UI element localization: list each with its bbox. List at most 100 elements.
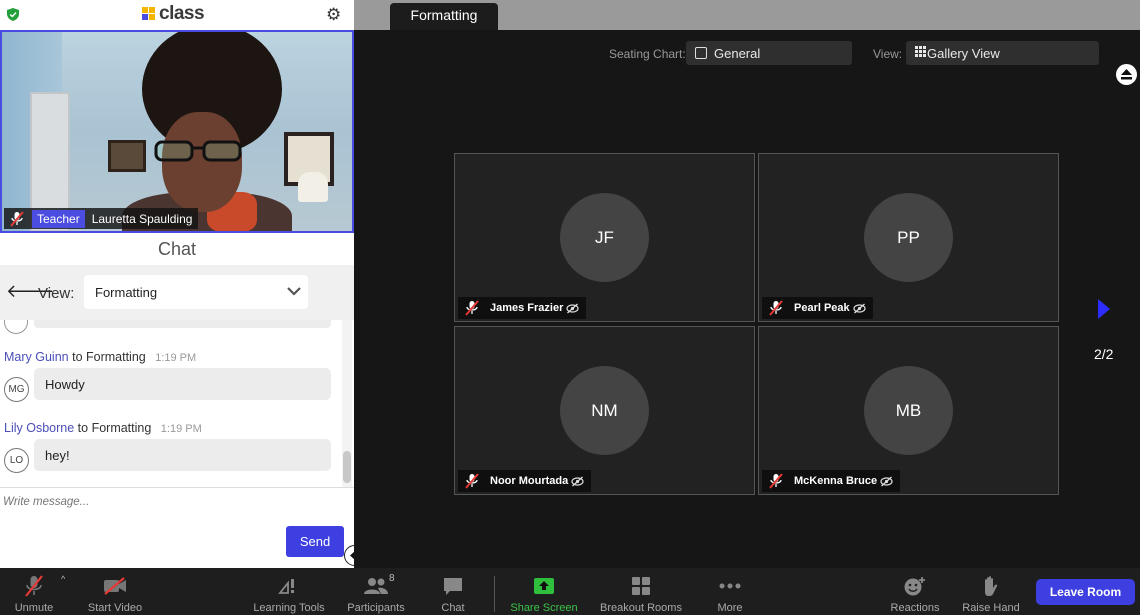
participant-name: Noor Mourtada <box>490 475 569 487</box>
learning-tools-icon <box>278 574 300 598</box>
reactions-button[interactable]: Reactions <box>886 568 944 615</box>
view-mode-value: Gallery View <box>927 46 1000 61</box>
raise-hand-icon <box>981 574 1001 598</box>
raise-hand-button[interactable]: Raise Hand <box>960 568 1022 615</box>
chat-button[interactable]: Chat <box>432 568 474 615</box>
reactions-label: Reactions <box>890 602 940 614</box>
self-video-tile: Teacher Lauretta Spaulding <box>0 30 354 233</box>
more-button[interactable]: More <box>710 568 750 615</box>
learning-tools-button[interactable]: Learning Tools <box>250 568 328 615</box>
grid-icon <box>915 46 926 57</box>
message-input[interactable] <box>3 496 333 508</box>
chat-compose: Send <box>0 487 354 568</box>
participants-icon <box>364 574 388 598</box>
message-bubble: hey! <box>34 439 331 471</box>
mic-off-icon <box>8 210 26 228</box>
left-panel: class ⚙ Teacher Lauretta Spaulding Chat … <box>0 0 354 568</box>
breakout-rooms-label: Breakout Rooms <box>600 602 682 614</box>
eject-icon[interactable] <box>1116 64 1137 85</box>
chat-view-select[interactable]: Formatting <box>84 275 308 309</box>
message-header: Mary Guinn to Formatting 1:19 PM <box>4 350 196 364</box>
participants-button[interactable]: Participants <box>344 568 408 615</box>
participant-avatar: JF <box>560 193 649 282</box>
eye-off-icon <box>853 303 866 313</box>
more-label: More <box>717 602 743 614</box>
mic-off-icon <box>24 574 44 598</box>
send-button[interactable]: Send <box>286 526 344 557</box>
participants-label: Participants <box>347 602 405 614</box>
share-screen-button[interactable]: Share Screen <box>508 568 580 615</box>
participant-avatar: PP <box>864 193 953 282</box>
message-bubble: Howdy <box>34 368 331 400</box>
share-screen-icon <box>533 574 555 598</box>
share-screen-label: Share Screen <box>510 602 578 614</box>
tab-formatting[interactable]: Formatting <box>390 3 498 30</box>
participant-tile[interactable]: NM Noor Mourtada <box>454 326 755 495</box>
chat-title: Chat <box>0 233 354 265</box>
breakout-rooms-button[interactable]: Breakout Rooms <box>596 568 686 615</box>
message-header: Lily Osborne to Formatting 1:19 PM <box>4 421 202 435</box>
message-sender[interactable]: Lily Osborne <box>4 421 74 435</box>
bottom-toolbar: Unmute ^ Start Video Learning Tools Part… <box>0 568 1140 615</box>
message-sender[interactable]: Mary Guinn <box>4 350 69 364</box>
message-time: 1:19 PM <box>160 423 202 435</box>
message-recipient: to Formatting <box>77 421 152 435</box>
chat-icon <box>443 574 463 598</box>
participant-name-bar: James Frazier <box>458 297 587 319</box>
gear-icon[interactable]: ⚙ <box>326 5 341 25</box>
eye-off-icon <box>566 303 579 313</box>
top-bar: class ⚙ <box>0 0 354 30</box>
raise-hand-label: Raise Hand <box>962 602 1020 614</box>
participants-count-badge: 8 <box>389 573 395 584</box>
chat-scroll-thumb[interactable] <box>343 451 351 483</box>
audio-options-caret[interactable]: ^ <box>61 574 65 584</box>
mic-off-icon <box>769 472 787 490</box>
reactions-icon <box>904 574 926 598</box>
participant-name: James Frazier <box>490 302 564 314</box>
participant-tile[interactable]: JF James Frazier <box>454 153 755 322</box>
chat-messages[interactable]: Mary Guinn to Formatting 1:19 PM MG Howd… <box>0 320 354 487</box>
participant-avatar: MB <box>864 366 953 455</box>
unmute-button[interactable]: Unmute <box>8 568 60 615</box>
chat-view-label: View: <box>38 285 75 302</box>
page-indicator: 2/2 <box>1094 346 1114 362</box>
logo-text: class <box>159 3 205 24</box>
video-off-icon <box>103 574 127 598</box>
participant-tile[interactable]: PP Pearl Peak <box>758 153 1059 322</box>
participant-name-bar: Noor Mourtada <box>458 470 592 492</box>
avatar: MG <box>4 377 29 402</box>
start-video-label: Start Video <box>87 602 143 614</box>
checkbox-icon <box>695 47 707 59</box>
teacher-badge: Teacher <box>32 209 85 228</box>
view-mode-select[interactable]: Gallery View <box>906 41 1099 65</box>
avatar <box>4 320 28 334</box>
participant-avatar: NM <box>560 366 649 455</box>
participant-name: McKenna Bruce <box>794 475 878 487</box>
eye-off-icon <box>880 476 893 486</box>
seating-chart-value: General <box>714 46 761 61</box>
app-root: class ⚙ Teacher Lauretta Spaulding Chat … <box>0 0 1140 615</box>
participant-name-bar: Pearl Peak <box>762 297 873 319</box>
view-mode-label: View: <box>873 47 903 61</box>
chat-view-bar: 🡐 View: Formatting <box>0 265 354 320</box>
participant-name: Pearl Peak <box>794 302 850 314</box>
message-bubble <box>34 320 331 328</box>
shield-icon <box>7 8 19 21</box>
logo-mark-icon <box>142 7 156 21</box>
avatar: LO <box>4 448 29 473</box>
unmute-label: Unmute <box>14 602 54 614</box>
mic-off-icon <box>465 299 483 317</box>
chevron-down-icon <box>287 287 301 296</box>
start-video-button[interactable]: Start Video <box>84 568 146 615</box>
toolbar-divider <box>494 576 495 612</box>
message-time: 1:19 PM <box>155 352 197 364</box>
leave-room-button[interactable]: Leave Room <box>1036 579 1135 605</box>
breakout-rooms-icon <box>631 574 651 598</box>
participant-name-bar: McKenna Bruce <box>762 470 901 492</box>
mic-off-icon <box>465 472 483 490</box>
participant-tile[interactable]: MB McKenna Bruce <box>758 326 1059 495</box>
more-icon <box>719 574 741 598</box>
seating-chart-select[interactable]: General <box>686 41 852 65</box>
chat-view-value: Formatting <box>95 285 158 300</box>
next-page-icon[interactable] <box>1098 299 1110 319</box>
